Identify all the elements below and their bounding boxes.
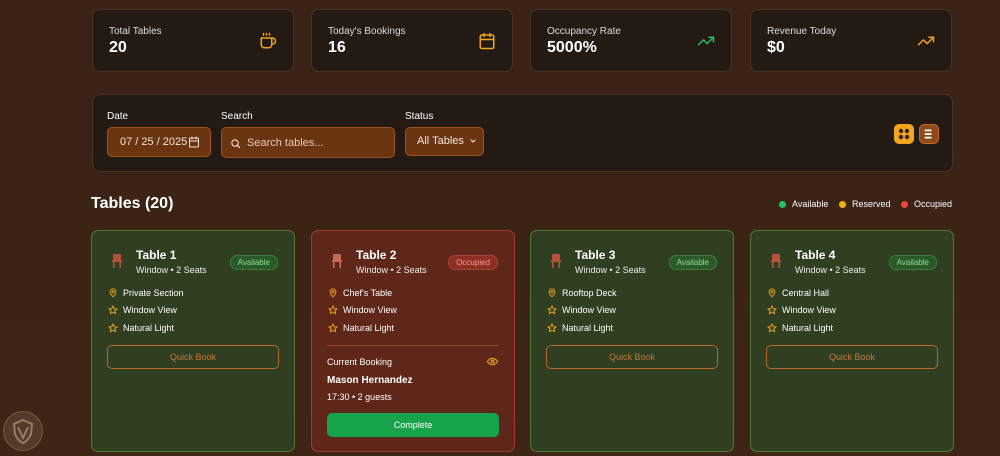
legend-reserved: Reserved: [839, 199, 891, 209]
stat-value: $0: [767, 39, 785, 56]
date-value: 07 / 25 / 2025: [120, 136, 188, 148]
stat-value: 5000%: [547, 39, 597, 56]
stat-card-occupancy-rate: Occupancy Rate 5000%: [530, 9, 732, 72]
table-card-3[interactable]: Table 3 Window • 2 Seats Available Rooft…: [530, 230, 734, 452]
chair-icon: [112, 254, 122, 268]
search-icon: [231, 139, 241, 149]
stat-label: Total Tables: [109, 26, 162, 37]
status-label: Status: [405, 111, 434, 122]
table-card-2[interactable]: Table 2 Window • 2 Seats Occupied Chef's…: [311, 230, 515, 452]
trending-up-icon: [697, 36, 715, 46]
feature-item: Window View: [328, 305, 397, 315]
star-icon: [547, 305, 557, 315]
stat-card-revenue-today: Revenue Today $0: [750, 9, 952, 72]
list-icon: [924, 129, 932, 139]
legend-label: Occupied: [914, 199, 953, 209]
booking-info: 17:30 • 2 guests: [327, 392, 392, 402]
legend-available: Available: [779, 199, 828, 209]
feature-item: Chef's Table: [328, 288, 392, 298]
grid-view-button[interactable]: [894, 124, 914, 144]
table-name: Table 3: [575, 248, 616, 262]
stat-label: Occupancy Rate: [547, 26, 621, 37]
complete-button[interactable]: Complete: [327, 413, 499, 437]
table-subtitle: Window • 2 Seats: [136, 265, 207, 275]
chair-icon: [551, 254, 561, 268]
star-icon: [547, 323, 557, 333]
guest-name: Mason Hernandez: [327, 375, 413, 386]
grid-icon: [898, 128, 910, 140]
logo: [3, 411, 43, 451]
list-view-button[interactable]: [919, 124, 939, 144]
available-dot: [779, 200, 786, 208]
feature-item: Window View: [547, 305, 616, 315]
map-pin-icon: [768, 288, 776, 298]
status-value: All Tables: [417, 135, 464, 147]
table-name: Table 4: [795, 248, 836, 262]
star-icon: [328, 305, 338, 315]
quick-book-button[interactable]: Quick Book: [546, 345, 718, 369]
table-name: Table 1: [136, 248, 177, 262]
eye-icon[interactable]: [487, 357, 498, 366]
map-pin-icon: [109, 288, 117, 298]
feature-item: Natural Light: [108, 323, 174, 333]
star-icon: [108, 305, 118, 315]
table-subtitle: Window • 2 Seats: [356, 265, 427, 275]
search-input[interactable]: [247, 134, 387, 151]
chair-icon: [771, 254, 781, 268]
star-icon: [767, 305, 777, 315]
star-icon: [108, 323, 118, 333]
quick-book-button[interactable]: Quick Book: [766, 345, 938, 369]
quick-book-button[interactable]: Quick Book: [107, 345, 279, 369]
stat-label: Revenue Today: [767, 26, 837, 37]
table-name: Table 2: [356, 248, 397, 262]
table-subtitle: Window • 2 Seats: [795, 265, 866, 275]
chevron-down-icon: [470, 139, 476, 143]
current-booking-label: Current Booking: [327, 357, 393, 367]
table-card-4[interactable]: Table 4 Window • 2 Seats Available Centr…: [750, 230, 954, 452]
stat-value: 16: [328, 39, 346, 56]
section-title: Tables (20): [91, 195, 174, 212]
status-badge: Available: [229, 255, 278, 270]
feature-item: Rooftop Deck: [547, 288, 617, 298]
divider: [327, 345, 499, 346]
trending-up-icon: [917, 36, 935, 46]
stat-label: Today's Bookings: [328, 26, 406, 37]
shield-logo-icon: [12, 418, 34, 445]
table-card-1[interactable]: Table 1 Window • 2 Seats Available Priva…: [91, 230, 295, 452]
status-select[interactable]: All Tables: [405, 127, 484, 156]
stat-card-total-tables: Total Tables 20: [92, 9, 294, 72]
status-badge: Occupied: [448, 255, 498, 270]
feature-item: Central Hall: [767, 288, 829, 298]
stat-value: 20: [109, 39, 127, 56]
chair-icon: [332, 254, 342, 268]
search-label: Search: [221, 111, 253, 122]
feature-item: Window View: [108, 305, 177, 315]
feature-item: Private Section: [108, 288, 184, 298]
occupied-dot: [901, 200, 908, 208]
feature-item: Natural Light: [328, 323, 394, 333]
reserved-dot: [839, 200, 846, 208]
date-input[interactable]: 07 / 25 / 2025: [107, 127, 211, 157]
stat-card-todays-bookings: Today's Bookings 16: [311, 9, 513, 72]
calendar-icon[interactable]: [188, 136, 200, 148]
feature-item: Natural Light: [547, 323, 613, 333]
search-field[interactable]: [221, 127, 395, 158]
status-badge: Available: [888, 255, 937, 270]
feature-item: Natural Light: [767, 323, 833, 333]
status-badge: Available: [668, 255, 717, 270]
star-icon: [767, 323, 777, 333]
legend-label: Reserved: [852, 199, 891, 209]
legend-occupied: Occupied: [901, 199, 952, 209]
calendar-icon: [479, 32, 495, 50]
star-icon: [328, 323, 338, 333]
legend-label: Available: [792, 199, 829, 209]
map-pin-icon: [329, 288, 337, 298]
map-pin-icon: [548, 288, 556, 298]
date-label: Date: [107, 111, 129, 122]
table-subtitle: Window • 2 Seats: [575, 265, 646, 275]
coffee-icon: [260, 32, 277, 49]
feature-item: Window View: [767, 305, 836, 315]
filter-bar: Date 07 / 25 / 2025 Search Status All Ta…: [92, 94, 953, 172]
